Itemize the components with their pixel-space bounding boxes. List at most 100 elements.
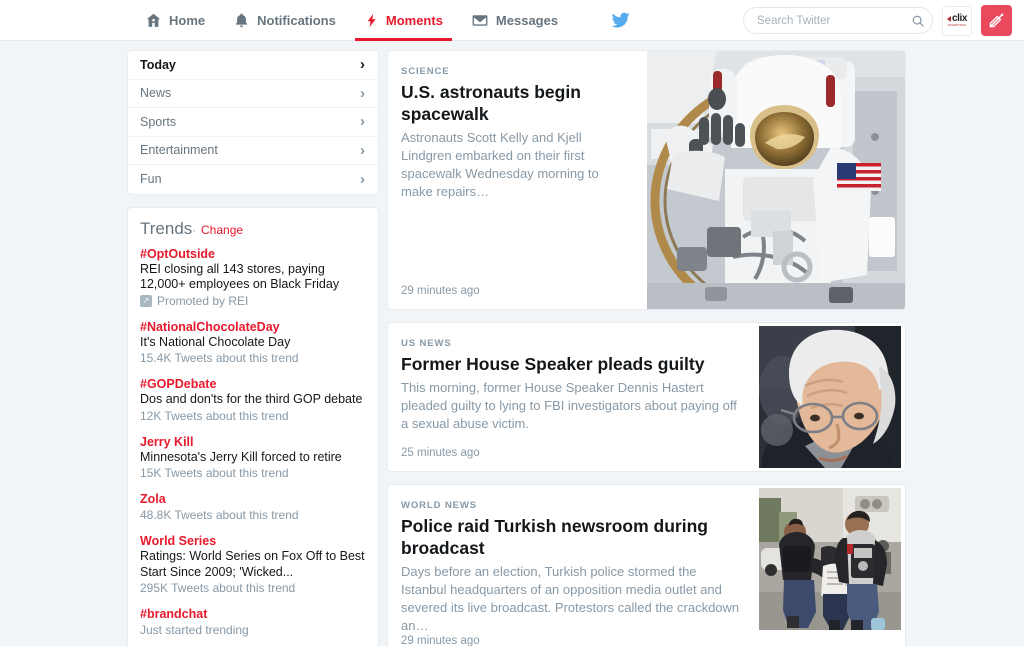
- trend-name[interactable]: #NationalChocolateDay: [140, 319, 366, 335]
- sidebar-item-sports[interactable]: Sports ›: [128, 108, 378, 137]
- sidebar-item-entertainment[interactable]: Entertainment ›: [128, 137, 378, 165]
- dennis-hastert-portrait-photo: [759, 326, 901, 468]
- trend-item[interactable]: World Series Ratings: World Series on Fo…: [140, 533, 366, 596]
- trend-description: It's National Chocolate Day: [140, 334, 291, 349]
- moment-title: Former House Speaker pleads guilty: [401, 354, 705, 374]
- sidebar-item-news[interactable]: News ›: [128, 80, 378, 108]
- trend-name[interactable]: Jerry Kill: [140, 434, 366, 450]
- trend-name[interactable]: #OptOutside: [140, 246, 366, 262]
- astronaut-spacewalk-photo: [647, 51, 905, 309]
- clix-avatar[interactable]: clix ADVERTISING: [942, 5, 972, 36]
- moment-category: WORLD NEWS: [401, 500, 478, 511]
- sidebar-item-entertainment-label: Entertainment: [140, 143, 218, 158]
- active-tab-underline: [354, 37, 452, 41]
- trend-description: REI closing all 143 stores, paying 12,00…: [140, 261, 340, 292]
- chevron-right-icon: ›: [360, 170, 365, 188]
- search-icon[interactable]: [911, 14, 925, 28]
- bell-icon: [233, 12, 250, 29]
- envelope-icon: [471, 12, 489, 29]
- trend-meta: 48.8K Tweets about this trend: [140, 508, 299, 522]
- moment-card[interactable]: SCIENCE U.S. astronauts begin spacewalk …: [387, 50, 906, 310]
- trend-name[interactable]: #brandchat: [140, 606, 366, 622]
- trend-meta: 15.4K Tweets about this trend: [140, 351, 299, 365]
- nav-item-notifications[interactable]: Notifications: [219, 0, 350, 41]
- clix-avatar-text: clix: [951, 12, 968, 24]
- trend-name[interactable]: Zola: [140, 491, 366, 507]
- trend-name[interactable]: #GOPDebate: [140, 376, 366, 392]
- nav-item-home-label: Home: [169, 12, 206, 28]
- moment-timestamp: 29 minutes ago: [401, 285, 480, 297]
- lightning-bolt-icon: [364, 12, 379, 29]
- trend-item[interactable]: Zola 48.8K Tweets about this trend: [140, 491, 366, 523]
- moment-card-body: WORLD NEWS Police raid Turkish newsroom …: [388, 485, 759, 646]
- sidebar-item-today-label: Today: [140, 57, 176, 72]
- search-input[interactable]: [757, 14, 911, 27]
- trends-change-link[interactable]: Change: [201, 223, 243, 237]
- turkish-police-detain-protestor-photo: [759, 488, 901, 630]
- clix-avatar-subtext: ADVERTISING: [947, 23, 967, 27]
- twitter-logo[interactable]: [610, 11, 632, 30]
- trend-description: Ratings: World Series on Fox Off to Best…: [140, 549, 365, 579]
- moment-category: SCIENCE: [401, 66, 450, 77]
- trend-item[interactable]: #OptOutside REI closing all 143 stores, …: [140, 246, 366, 309]
- chevron-right-icon: ›: [360, 84, 365, 102]
- moments-feed: SCIENCE U.S. astronauts begin spacewalk …: [387, 50, 906, 646]
- trend-name[interactable]: World Series: [140, 533, 366, 549]
- trend-meta: 12K Tweets about this trend: [140, 408, 289, 423]
- moment-card[interactable]: WORLD NEWS Police raid Turkish newsroom …: [387, 484, 906, 646]
- sidebar-item-news-label: News: [140, 86, 172, 101]
- trend-meta: Just started trending: [140, 623, 249, 637]
- clix-triangle-mark: [946, 15, 951, 22]
- trend-promoted-label: ↗ Promoted by REI: [140, 293, 366, 309]
- nav-right-controls: clix ADVERTISING: [743, 0, 1012, 41]
- moment-category: US NEWS: [401, 338, 452, 349]
- nav-item-messages-label: Messages: [495, 12, 559, 28]
- nav-item-moments-label: Moments: [385, 12, 443, 28]
- moment-title: U.S. astronauts begin spacewalk: [401, 82, 581, 124]
- page-body: Today › News › Sports › Entertainment › …: [0, 41, 1024, 646]
- chevron-right-icon: ›: [360, 113, 365, 131]
- trends-title: Trends: [140, 218, 193, 238]
- trend-meta: 295K Tweets about this trend: [140, 581, 296, 595]
- sidebar-item-fun-label: Fun: [140, 172, 162, 187]
- quill-compose-icon: [988, 12, 1005, 29]
- sidebar-item-today[interactable]: Today ›: [128, 51, 378, 80]
- trend-description: Minnesota's Jerry Kill forced to retire: [140, 449, 342, 464]
- moment-title: Police raid Turkish newsroom during broa…: [401, 516, 708, 558]
- moment-timestamp: 25 minutes ago: [401, 447, 480, 459]
- moment-card[interactable]: US NEWS Former House Speaker pleads guil…: [387, 322, 906, 472]
- trend-item[interactable]: #brandchat Just started trending: [140, 606, 366, 638]
- nav-item-moments[interactable]: Moments: [350, 0, 457, 41]
- promoted-arrow-icon: ↗: [140, 294, 152, 307]
- compose-tweet-button[interactable]: [981, 5, 1012, 36]
- nav-item-messages[interactable]: Messages: [457, 0, 572, 41]
- twitter-bird-icon: [610, 11, 632, 30]
- trend-meta: 15K Tweets about this trend: [140, 466, 289, 480]
- trend-meta: Promoted by REI: [157, 293, 249, 308]
- category-list: Today › News › Sports › Entertainment › …: [127, 50, 379, 195]
- sidebar-item-fun[interactable]: Fun ›: [128, 165, 378, 194]
- moment-description: Astronauts Scott Kelly and Kjell Lindgre…: [401, 130, 599, 199]
- nav-item-home[interactable]: Home: [131, 0, 219, 41]
- sidebar: Today › News › Sports › Entertainment › …: [127, 50, 379, 646]
- trend-description: Dos and don'ts for the third GOP debate: [140, 392, 363, 406]
- moment-card-body: SCIENCE U.S. astronauts begin spacewalk …: [388, 51, 647, 309]
- chevron-right-icon: ›: [360, 141, 365, 159]
- trends-header: Trends· Change: [140, 220, 366, 237]
- trend-item[interactable]: Jerry Kill Minnesota's Jerry Kill forced…: [140, 434, 366, 482]
- moment-description: Days before an election, Turkish police …: [401, 564, 740, 633]
- moment-timestamp: 29 minutes ago: [401, 635, 480, 646]
- home-icon: [145, 12, 162, 29]
- nav-item-notifications-label: Notifications: [257, 12, 336, 28]
- trends-separator: ·: [192, 222, 197, 237]
- trend-item[interactable]: #NationalChocolateDay It's National Choc…: [140, 319, 366, 367]
- trends-panel: Trends· Change #OptOutside REI closing a…: [127, 206, 379, 646]
- top-navigation-bar: Home Notifications Moments Messages Sear…: [0, 0, 1024, 41]
- trend-item[interactable]: #GOPDebate Dos and don'ts for the third …: [140, 376, 366, 424]
- chevron-right-icon: ›: [360, 56, 365, 74]
- moment-description: This morning, former House Speaker Denni…: [401, 380, 737, 431]
- search-box[interactable]: [743, 7, 933, 34]
- sidebar-item-sports-label: Sports: [140, 114, 177, 129]
- moment-card-body: US NEWS Former House Speaker pleads guil…: [388, 323, 759, 471]
- nav-links: Home Notifications Moments Messages: [131, 0, 632, 41]
